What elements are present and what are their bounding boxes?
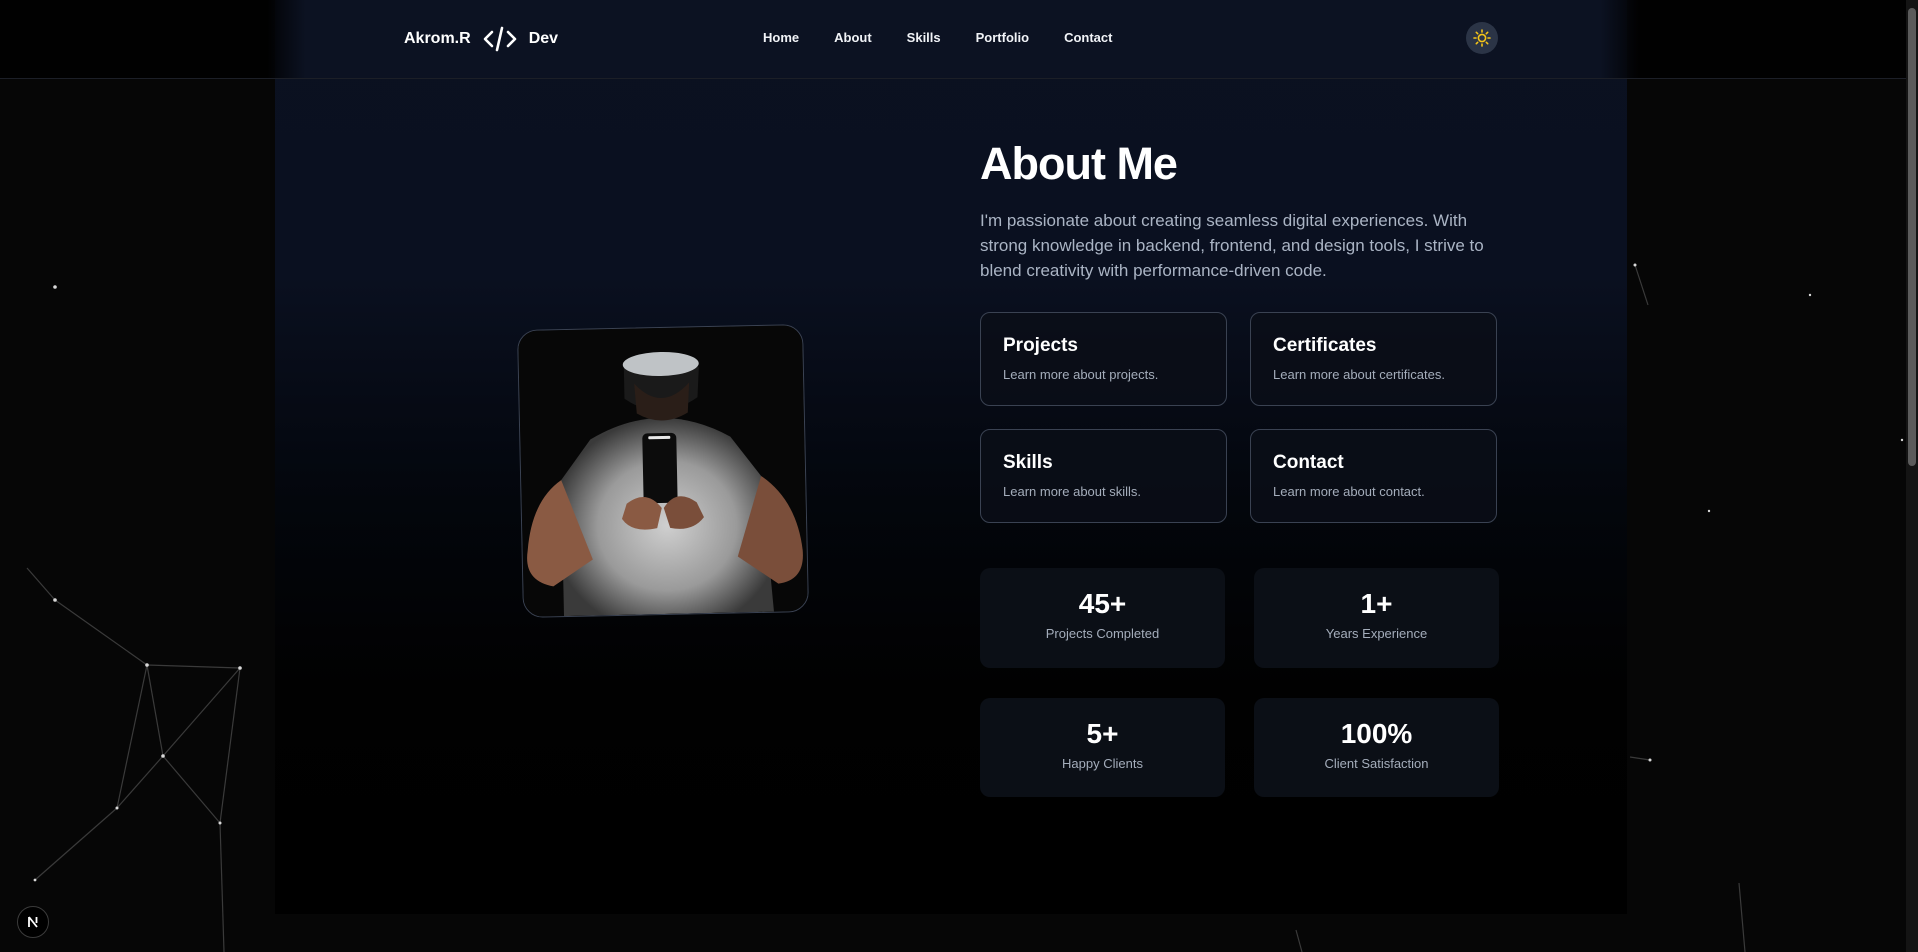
stat-projects-completed: 45+ Projects Completed	[980, 568, 1225, 668]
brand-logo[interactable]: Akrom.R Dev	[404, 25, 558, 53]
top-navbar: Akrom.R Dev Home About Skills Portfolio …	[0, 0, 1906, 79]
card-title: Skills	[1003, 452, 1053, 473]
card-title: Certificates	[1273, 335, 1377, 356]
page-scrollbar[interactable]	[1906, 0, 1918, 952]
stat-label: Projects Completed	[1045, 626, 1160, 641]
card-subtitle: Learn more about certificates.	[1273, 367, 1445, 382]
stat-client-satisfaction: 100% Client Satisfaction	[1254, 698, 1499, 797]
card-skills[interactable]: Skills Learn more about skills.	[980, 429, 1227, 523]
sun-icon	[1473, 29, 1491, 47]
theme-toggle-button[interactable]	[1466, 22, 1498, 54]
stat-value: 45+	[1078, 588, 1127, 619]
stat-value: 1+	[1360, 588, 1393, 619]
nextjs-icon[interactable]	[17, 906, 49, 938]
nav-link-skills[interactable]: Skills	[907, 30, 941, 45]
card-certificates[interactable]: Certificates Learn more about certificat…	[1250, 312, 1497, 406]
card-subtitle: Learn more about skills.	[1003, 484, 1142, 499]
nav-link-home[interactable]: Home	[763, 30, 799, 45]
stat-value: 100%	[1340, 718, 1413, 749]
about-description: I'm passionate about creating seamless d…	[980, 211, 1484, 280]
stat-years-experience: 1+ Years Experience	[1254, 568, 1499, 668]
about-title: About Me	[980, 138, 1178, 189]
card-title: Contact	[1273, 452, 1344, 473]
code-brackets-icon	[483, 25, 517, 53]
nav-link-about[interactable]: About	[834, 30, 872, 45]
nav-link-portfolio[interactable]: Portfolio	[976, 30, 1029, 45]
card-title: Projects	[1003, 335, 1078, 356]
card-contact[interactable]: Contact Learn more about contact.	[1250, 429, 1497, 523]
card-projects[interactable]: Projects Learn more about projects.	[980, 312, 1227, 406]
stat-label: Client Satisfaction	[1324, 756, 1429, 771]
profile-photo	[517, 324, 809, 618]
card-subtitle: Learn more about contact.	[1273, 484, 1425, 499]
page: Akrom.R Dev Home About Skills Portfolio …	[0, 0, 1918, 952]
stat-value: 5+	[1086, 718, 1119, 749]
card-subtitle: Learn more about projects.	[1003, 367, 1159, 382]
nav-link-contact[interactable]: Contact	[1064, 30, 1112, 45]
stat-label: Happy Clients	[1062, 756, 1143, 771]
brand-name: Akrom.R	[404, 30, 471, 47]
stat-happy-clients: 5+ Happy Clients	[980, 698, 1225, 797]
scrollbar-thumb[interactable]	[1908, 8, 1916, 466]
main-nav: Home About Skills Portfolio Contact	[763, 30, 1147, 45]
brand-suffix: Dev	[528, 30, 559, 47]
stat-label: Years Experience	[1325, 626, 1428, 641]
